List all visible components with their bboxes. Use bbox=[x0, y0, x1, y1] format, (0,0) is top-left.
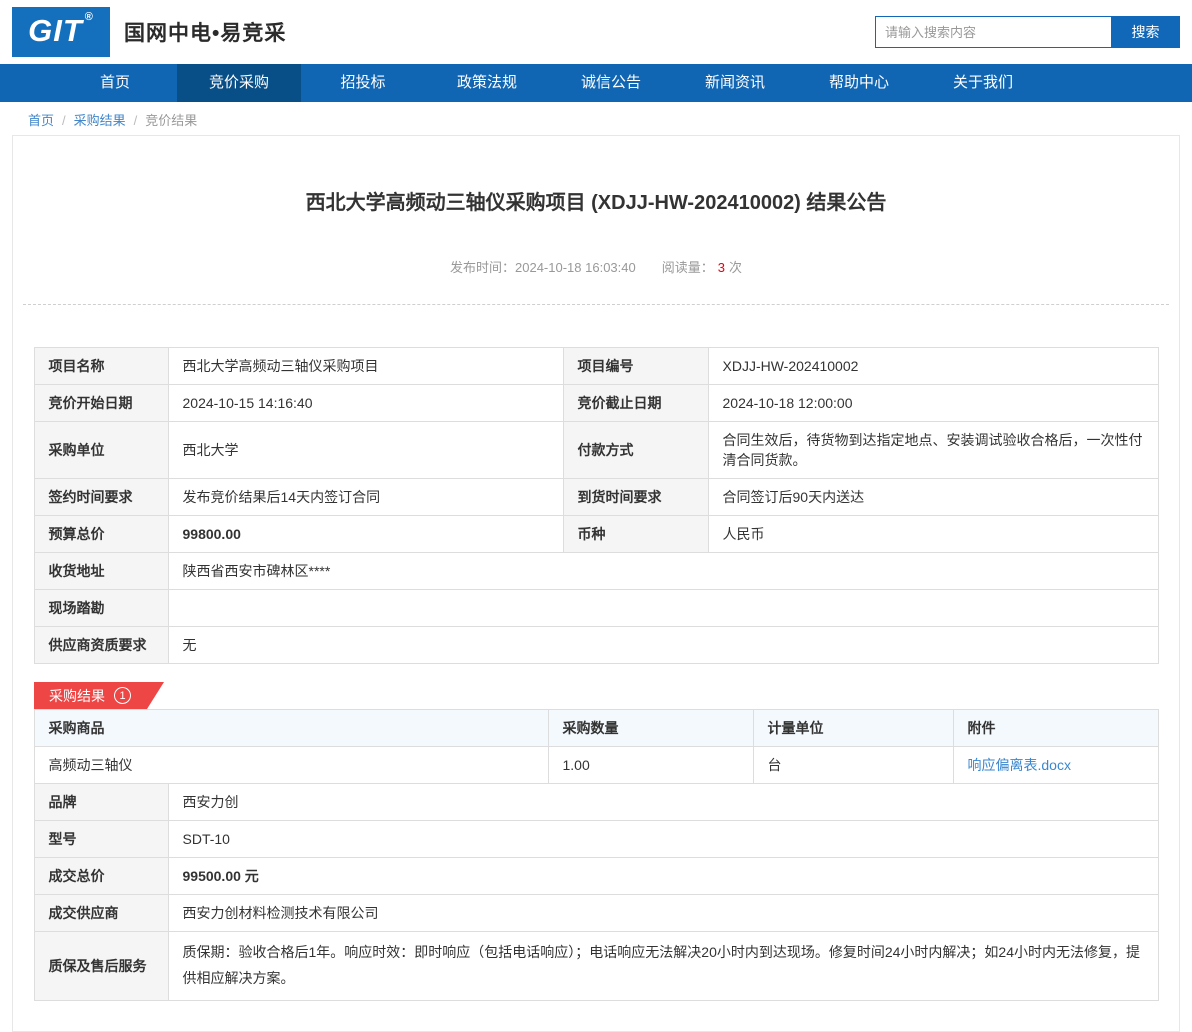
column-header: 采购商品 bbox=[33, 709, 549, 747]
table-row: 型号 SDT-10 bbox=[33, 820, 1159, 858]
row-value: 合同生效后，待货物到达指定地点、安装调试验收合格后，一次性付清合同货款。 bbox=[707, 421, 1159, 479]
views-unit: 次 bbox=[728, 260, 742, 275]
product-quantity: 1.00 bbox=[547, 746, 754, 784]
supplier-value: 西安力创材料检测技术有限公司 bbox=[167, 894, 1159, 932]
nav-item-about-us[interactable]: 关于我们 bbox=[921, 64, 1045, 102]
table-row: 品牌 西安力创 bbox=[33, 783, 1159, 821]
row-value: 陕西省西安市碑林区**** bbox=[167, 552, 1159, 590]
row-label: 采购单位 bbox=[33, 421, 169, 479]
announcement-card: 西北大学高频动三轴仪采购项目 (XDJJ-HW-202410002) 结果公告 … bbox=[12, 135, 1180, 1032]
nav-item-news[interactable]: 新闻资讯 bbox=[673, 64, 797, 102]
badge-count: 1 bbox=[114, 687, 131, 704]
table-row: 成交总价 99500.00 元 bbox=[33, 857, 1159, 895]
row-label: 质保及售后服务 bbox=[33, 931, 169, 1001]
table-header-row: 采购商品 采购数量 计量单位 附件 bbox=[33, 709, 1159, 747]
publish-time-label: 发布时间： bbox=[450, 260, 516, 275]
views-count: 3 bbox=[717, 260, 725, 275]
product-name: 高频动三轴仪 bbox=[33, 746, 549, 784]
result-section: 采购结果 1 bbox=[34, 682, 1158, 709]
nav-item-tendering[interactable]: 招投标 bbox=[301, 64, 425, 102]
search-box: 搜索 bbox=[875, 16, 1180, 48]
row-label: 签约时间要求 bbox=[33, 478, 169, 516]
table-row: 收货地址 陕西省西安市碑林区**** bbox=[33, 552, 1159, 590]
row-value: 无 bbox=[167, 626, 1159, 664]
search-input[interactable] bbox=[875, 16, 1111, 48]
row-label: 成交供应商 bbox=[33, 894, 169, 932]
row-label: 竞价开始日期 bbox=[33, 384, 169, 422]
row-label: 品牌 bbox=[33, 783, 169, 821]
deal-total-price: 99500.00 元 bbox=[167, 857, 1159, 895]
row-label: 到货时间要求 bbox=[562, 478, 709, 516]
breadcrumb: 首页 / 采购结果 / 竞价结果 bbox=[0, 102, 1192, 135]
row-value: 2024-10-18 12:00:00 bbox=[707, 384, 1159, 422]
row-label: 现场踏勘 bbox=[33, 589, 169, 627]
row-label: 成交总价 bbox=[33, 857, 169, 895]
dashed-divider bbox=[23, 304, 1169, 305]
main-nav: 首页 竞价采购 招投标 政策法规 诚信公告 新闻资讯 帮助中心 关于我们 bbox=[0, 64, 1192, 102]
row-label: 供应商资质要求 bbox=[33, 626, 169, 664]
product-unit: 台 bbox=[752, 746, 954, 784]
breadcrumb-current: 竞价结果 bbox=[145, 113, 198, 128]
breadcrumb-separator: / bbox=[133, 113, 138, 128]
brand-value: 西安力创 bbox=[167, 783, 1159, 821]
article-meta: 发布时间：2024-10-18 16:03:40 阅读量： 3 次 bbox=[13, 257, 1179, 276]
column-header: 计量单位 bbox=[752, 709, 954, 747]
row-label: 型号 bbox=[33, 820, 169, 858]
publish-time-value: 2024-10-18 16:03:40 bbox=[515, 260, 636, 275]
row-value: 西北大学高频动三轴仪采购项目 bbox=[167, 347, 564, 385]
row-value: 人民币 bbox=[707, 515, 1159, 553]
table-row: 供应商资质要求 无 bbox=[33, 626, 1159, 664]
logo-text: GIT bbox=[28, 13, 83, 48]
top-header: GIT® 国网中电•易竞采 搜索 bbox=[0, 0, 1192, 64]
page-title: 西北大学高频动三轴仪采购项目 (XDJJ-HW-202410002) 结果公告 bbox=[305, 192, 887, 214]
row-label: 竞价截止日期 bbox=[562, 384, 709, 422]
table-row: 项目名称 西北大学高频动三轴仪采购项目 项目编号 XDJJ-HW-2024100… bbox=[33, 347, 1159, 385]
row-label: 项目编号 bbox=[562, 347, 709, 385]
model-value: SDT-10 bbox=[167, 820, 1159, 858]
nav-item-bidding-procurement[interactable]: 竞价采购 bbox=[177, 64, 301, 102]
table-row: 质保及售后服务 质保期：验收合格后1年。响应时效：即时响应（包括电话响应）；电话… bbox=[33, 931, 1159, 1001]
table-row: 预算总价 99800.00 币种 人民币 bbox=[33, 515, 1159, 553]
search-button[interactable]: 搜索 bbox=[1111, 16, 1180, 48]
column-header: 附件 bbox=[952, 709, 1159, 747]
site-title: 国网中电•易竞采 bbox=[124, 22, 287, 45]
product-result-table: 采购商品 采购数量 计量单位 附件 高频动三轴仪 1.00 台 响应偏离表.do… bbox=[33, 709, 1159, 784]
row-label: 币种 bbox=[562, 515, 709, 553]
table-row: 成交供应商 西安力创材料检测技术有限公司 bbox=[33, 894, 1159, 932]
row-label: 收货地址 bbox=[33, 552, 169, 590]
site-logo[interactable]: GIT ® bbox=[12, 7, 110, 57]
row-value: XDJJ-HW-202410002 bbox=[707, 347, 1159, 385]
row-value bbox=[167, 589, 1159, 627]
project-info-table: 项目名称 西北大学高频动三轴仪采购项目 项目编号 XDJJ-HW-2024100… bbox=[33, 347, 1159, 664]
warranty-service-value: 质保期：验收合格后1年。响应时效：即时响应（包括电话响应）；电话响应无法解决20… bbox=[167, 931, 1159, 1001]
nav-item-integrity-notice[interactable]: 诚信公告 bbox=[549, 64, 673, 102]
table-row: 高频动三轴仪 1.00 台 响应偏离表.docx bbox=[33, 746, 1159, 784]
column-header: 采购数量 bbox=[547, 709, 754, 747]
row-value: 西北大学 bbox=[167, 421, 564, 479]
breadcrumb-separator: / bbox=[62, 113, 66, 128]
logo-registered-mark: ® bbox=[84, 11, 94, 23]
views-label: 阅读量： bbox=[661, 260, 714, 275]
row-label: 付款方式 bbox=[562, 421, 709, 479]
result-detail-table: 品牌 西安力创 型号 SDT-10 成交总价 99500.00 元 成交供应商 … bbox=[33, 783, 1159, 1001]
breadcrumb-section-link[interactable]: 采购结果 bbox=[74, 113, 126, 128]
row-label: 项目名称 bbox=[33, 347, 169, 385]
row-value: 2024-10-15 14:16:40 bbox=[167, 384, 564, 422]
procurement-result-badge: 采购结果 1 bbox=[34, 682, 164, 709]
nav-item-home[interactable]: 首页 bbox=[53, 64, 177, 102]
row-label: 预算总价 bbox=[33, 515, 169, 553]
attachment-link[interactable]: 响应偏离表.docx bbox=[968, 757, 1071, 773]
breadcrumb-home-link[interactable]: 首页 bbox=[28, 113, 54, 128]
table-row: 现场踏勘 bbox=[33, 589, 1159, 627]
row-value: 合同签订后90天内送达 bbox=[707, 478, 1159, 516]
table-row: 签约时间要求 发布竞价结果后14天内签订合同 到货时间要求 合同签订后90天内送… bbox=[33, 478, 1159, 516]
table-row: 竞价开始日期 2024-10-15 14:16:40 竞价截止日期 2024-1… bbox=[33, 384, 1159, 422]
nav-item-help-center[interactable]: 帮助中心 bbox=[797, 64, 921, 102]
budget-total-price: 99800.00 bbox=[167, 515, 564, 553]
table-row: 采购单位 西北大学 付款方式 合同生效后，待货物到达指定地点、安装调试验收合格后… bbox=[33, 421, 1159, 479]
row-value: 发布竞价结果后14天内签订合同 bbox=[167, 478, 564, 516]
badge-label: 采购结果 bbox=[49, 687, 105, 704]
nav-item-policies[interactable]: 政策法规 bbox=[425, 64, 549, 102]
